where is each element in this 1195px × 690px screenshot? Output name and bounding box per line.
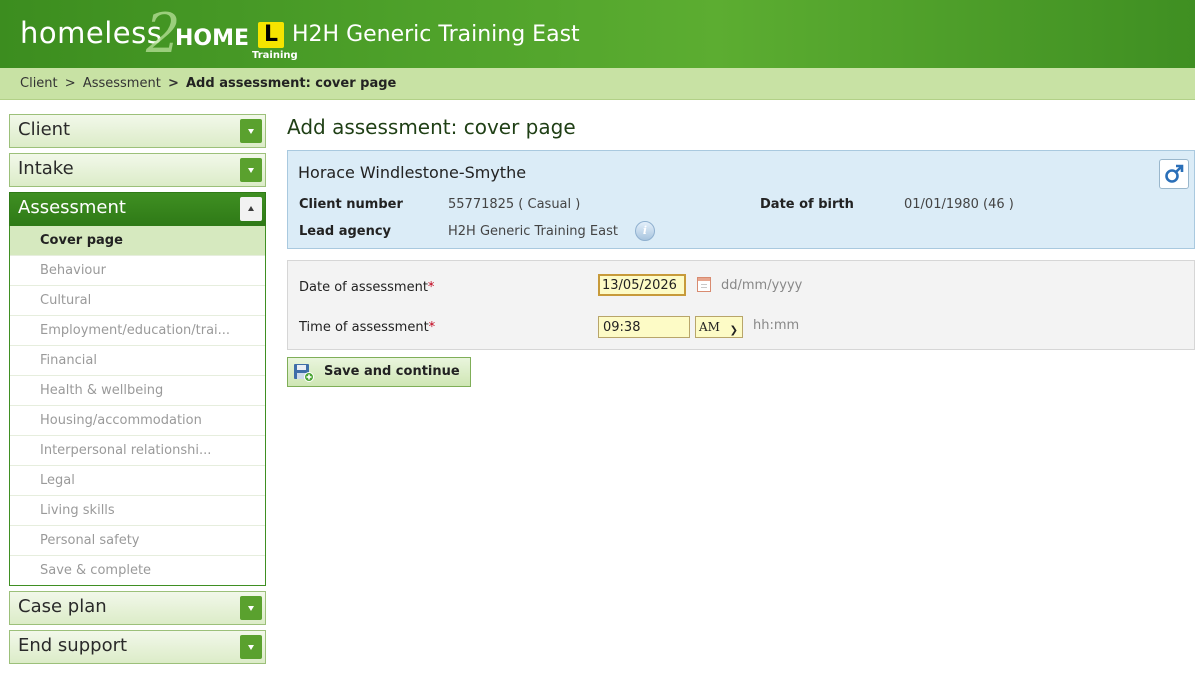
- app-title: H2H Generic Training East: [292, 22, 580, 47]
- time-of-assessment-input[interactable]: [598, 316, 690, 338]
- am-pm-select[interactable]: AM ❯: [695, 316, 743, 338]
- sidebar-item-health-wellbeing[interactable]: Health & wellbeing: [10, 376, 265, 406]
- male-symbol-icon[interactable]: [1159, 159, 1189, 189]
- sidebar-section-label: Case plan: [18, 596, 107, 617]
- chevron-up-icon[interactable]: [240, 197, 262, 221]
- dob-label: Date of birth: [760, 197, 854, 212]
- logo-training-text: Training: [252, 50, 298, 61]
- sidebar-item-living-skills[interactable]: Living skills: [10, 496, 265, 526]
- sidebar-section-label: Client: [18, 119, 71, 140]
- breadcrumb-assessment-link[interactable]: Assessment: [83, 76, 161, 91]
- learner-l-badge: L: [258, 22, 284, 48]
- breadcrumb-client-link[interactable]: Client: [20, 76, 58, 91]
- client-name: Horace Windlestone-Smythe: [298, 163, 527, 182]
- logo-home-text: HOME: [175, 26, 250, 51]
- sidebar-section-assessment[interactable]: Assessment: [9, 192, 266, 226]
- calendar-icon[interactable]: [697, 277, 711, 292]
- client-summary-panel: Horace Windlestone-Smythe Client number …: [287, 150, 1195, 249]
- page-title: Add assessment: cover page: [287, 115, 576, 139]
- chevron-down-icon[interactable]: [240, 119, 262, 143]
- sidebar-item-save-complete[interactable]: Save & complete: [10, 556, 265, 585]
- chevron-down-icon[interactable]: [240, 635, 262, 659]
- sidebar-item-housing[interactable]: Housing/accommodation: [10, 406, 265, 436]
- date-of-assessment-input[interactable]: [598, 274, 686, 296]
- sidebar-section-label: Intake: [18, 158, 74, 179]
- breadcrumb: Client > Assessment > Add assessment: co…: [0, 68, 1195, 100]
- sidebar-section-label: End support: [18, 635, 128, 656]
- save-button-label: Save and continue: [324, 364, 460, 379]
- client-number-value: 55771825 ( Casual ): [448, 197, 581, 212]
- time-of-assessment-label: Time of assessment*: [299, 320, 436, 335]
- sidebar-item-legal[interactable]: Legal: [10, 466, 265, 496]
- sidebar-nav: Client Intake Assessment Cover page Beha…: [9, 114, 266, 669]
- assessment-submenu: Cover page Behaviour Cultural Employment…: [9, 226, 266, 586]
- sidebar-item-personal-safety[interactable]: Personal safety: [10, 526, 265, 556]
- sidebar-section-case-plan[interactable]: Case plan: [9, 591, 266, 625]
- sidebar-item-cultural[interactable]: Cultural: [10, 286, 265, 316]
- chevron-down-icon[interactable]: [240, 158, 262, 182]
- lead-agency-value: H2H Generic Training East: [448, 224, 618, 239]
- chevron-down-icon: ❯: [729, 325, 738, 336]
- info-icon[interactable]: i: [635, 221, 655, 241]
- save-disk-icon: [294, 364, 314, 382]
- client-number-label: Client number: [299, 197, 403, 212]
- dob-value: 01/01/1980 (46 ): [904, 197, 1014, 212]
- sidebar-section-label: Assessment: [18, 197, 126, 218]
- sidebar-section-client[interactable]: Client: [9, 114, 266, 148]
- logo-homeless-text: homeless: [20, 16, 163, 50]
- sidebar-item-employment[interactable]: Employment/education/trai...: [10, 316, 265, 346]
- sidebar-section-end-support[interactable]: End support: [9, 630, 266, 664]
- am-pm-value: AM: [699, 320, 720, 334]
- assessment-form: Date of assessment* dd/mm/yyyy Time of a…: [287, 260, 1195, 350]
- sidebar-item-cover-page[interactable]: Cover page: [10, 226, 265, 256]
- sidebar-item-interpersonal[interactable]: Interpersonal relationshi...: [10, 436, 265, 466]
- sidebar-section-intake[interactable]: Intake: [9, 153, 266, 187]
- save-and-continue-button[interactable]: Save and continue: [287, 357, 471, 387]
- breadcrumb-current: Add assessment: cover page: [186, 76, 397, 91]
- breadcrumb-separator: >: [64, 76, 76, 91]
- time-format-hint: hh:mm: [753, 318, 800, 333]
- breadcrumb-separator: >: [167, 76, 179, 91]
- chevron-down-icon[interactable]: [240, 596, 262, 620]
- app-header: homeless 2 HOME L Training H2H Generic T…: [0, 0, 1195, 68]
- sidebar-item-behaviour[interactable]: Behaviour: [10, 256, 265, 286]
- date-format-hint: dd/mm/yyyy: [721, 278, 803, 293]
- sidebar-item-financial[interactable]: Financial: [10, 346, 265, 376]
- date-of-assessment-label: Date of assessment*: [299, 280, 435, 295]
- lead-agency-label: Lead agency: [299, 224, 392, 239]
